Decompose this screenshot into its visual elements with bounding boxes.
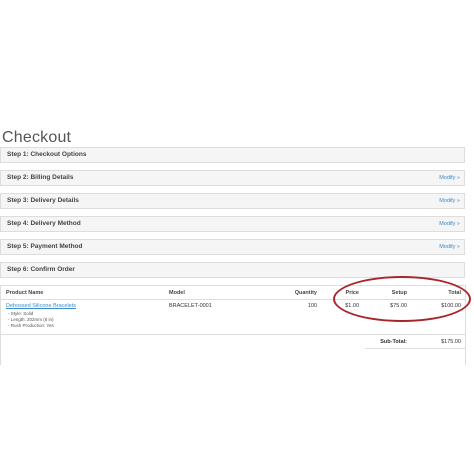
modify-link[interactable]: Modify » [439,175,460,181]
step-title: Step 1: Checkout Options [7,151,87,158]
step-delivery-details[interactable]: Step 3: Delivery Details Modify » [0,193,465,209]
step-title: Step 4: Delivery Method [7,220,81,227]
subtotal-value: $175.00 [441,339,461,345]
product-option: - Rush Production: Yes [8,323,54,328]
product-option: - Style: Solid [8,311,34,316]
step-checkout-options[interactable]: Step 1: Checkout Options [0,147,465,163]
step-title: Step 2: Billing Details [7,174,74,181]
step-title: Step 6: Confirm Order [7,266,75,273]
highlight-circle [333,276,471,322]
product-model: BRACELET-0001 [169,303,212,309]
step-delivery-method[interactable]: Step 4: Delivery Method Modify » [0,216,465,232]
modify-link[interactable]: Modify » [439,244,460,250]
product-quantity: 100 [307,303,317,309]
step-billing-details[interactable]: Step 2: Billing Details Modify » [0,170,465,186]
product-link[interactable]: Debossed Silicone Bracelets [6,303,76,309]
header-product: Product Name [6,290,44,296]
header-quantity: Quantity [294,290,317,296]
page-title: Checkout [2,128,72,146]
step-title: Step 5: Payment Method [7,243,83,250]
row-divider [365,348,465,349]
subtotal-label: Sub-Total: [380,339,407,345]
modify-link[interactable]: Modify » [439,198,460,204]
row-divider [1,334,465,335]
product-option: - Length: 202mm (8 in) [8,317,54,322]
step-payment-method[interactable]: Step 5: Payment Method Modify » [0,239,465,255]
header-model: Model [169,290,185,296]
step-title: Step 3: Delivery Details [7,197,79,204]
modify-link[interactable]: Modify » [439,221,460,227]
